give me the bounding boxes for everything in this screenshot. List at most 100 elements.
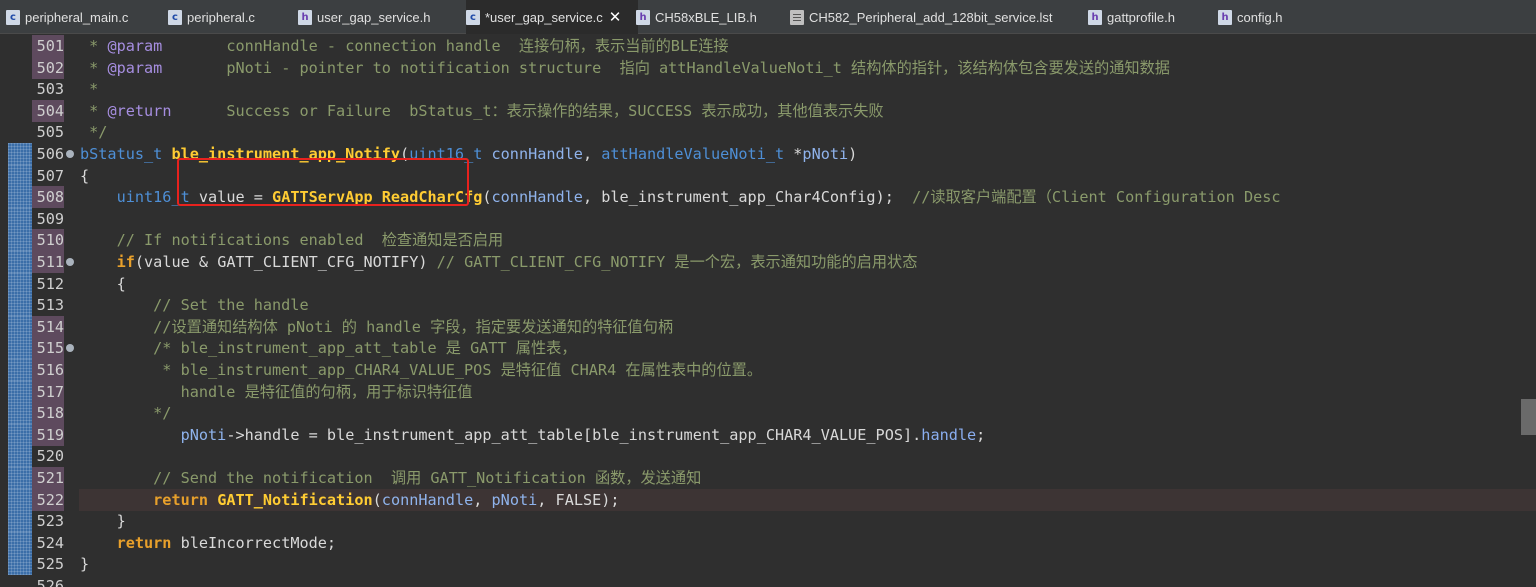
vertical-scrollbar-thumb[interactable] [1521, 399, 1536, 435]
change-marker [8, 445, 32, 468]
close-icon[interactable]: ✕ [609, 8, 622, 26]
tab-ch582-peripheral-add-128bit-service-lst[interactable]: CH582_Peripheral_add_128bit_service.lst [790, 0, 1080, 34]
change-marker [8, 315, 32, 338]
header-file-icon: h [636, 9, 650, 25]
change-marker [8, 272, 32, 295]
c-source-file-icon: c [6, 9, 20, 25]
code-line[interactable]: 509 [0, 207, 1536, 230]
tab-peripheral-main-c[interactable]: c peripheral_main.c [6, 0, 161, 34]
line-number: 503 [36, 80, 64, 99]
change-marker [8, 359, 32, 381]
code-line[interactable]: 515 /* ble_instrument_app_att_table 是 GA… [0, 337, 1536, 360]
line-number: 526 [36, 577, 64, 587]
line-number: 519 [32, 423, 64, 446]
line-number: 504 [32, 99, 64, 122]
code-text: handle 是特征值的句柄，用于标识特征值 [80, 382, 473, 401]
code-line[interactable]: 523 } [0, 510, 1536, 533]
line-number: 515 [32, 337, 64, 360]
change-marker [8, 207, 32, 230]
change-marker [8, 510, 32, 533]
change-marker [8, 488, 32, 511]
header-file-icon: h [1218, 9, 1232, 25]
line-number: 506 [36, 145, 64, 163]
code-line[interactable]: 524 return bleIncorrectMode; [0, 531, 1536, 554]
line-number: 525 [36, 555, 64, 574]
code-line[interactable]: 505 */ [0, 121, 1536, 143]
tab-label: *user_gap_service.c [485, 9, 603, 25]
header-file-icon: h [298, 9, 312, 25]
tab-gattprofile-h[interactable]: h gattprofile.h [1088, 0, 1213, 34]
code-text: * @param pNoti - pointer to notification… [89, 58, 1170, 77]
fold-toggle-icon[interactable] [66, 258, 74, 266]
editor-tab-bar: c peripheral_main.c c peripheral.c h user_gap… [0, 0, 1536, 34]
change-marker [8, 553, 32, 576]
code-line[interactable]: 519 pNoti->handle = ble_instrument_app_a… [0, 423, 1536, 446]
line-number: 505 [36, 123, 64, 142]
code-text: // If notifications enabled 检查通知是否启用 [116, 231, 504, 250]
tab-label: peripheral_main.c [25, 9, 129, 25]
code-text: * @return Success or Failure bStatus_t：表… [89, 101, 884, 120]
code-text: } [80, 555, 90, 574]
text-file-icon [790, 9, 804, 25]
line-number: 509 [36, 209, 64, 228]
code-line[interactable]: 522 return GATT_Notification(connHandle,… [0, 488, 1536, 511]
tab-user-gap-service-c[interactable]: c *user_gap_service.c ✕ [466, 0, 638, 34]
code-text: // Set the handle [153, 296, 309, 315]
tab-ch58xble-lib-h[interactable]: h CH58xBLE_LIB.h [636, 0, 786, 34]
c-source-file-icon: c [168, 9, 182, 25]
code-line[interactable]: 526 [0, 575, 1536, 587]
code-editor[interactable]: 501 * @param connHandle - connection han… [0, 34, 1536, 587]
code-text: return bleIncorrectMode; [116, 533, 337, 552]
line-number: 502 [32, 56, 64, 79]
line-number: 521 [32, 467, 64, 489]
code-line[interactable]: 512 { [0, 272, 1536, 295]
change-marker [8, 531, 32, 554]
fold-toggle-icon[interactable] [66, 344, 74, 353]
fold-toggle-icon[interactable] [66, 150, 74, 158]
line-number: 517 [32, 380, 64, 403]
line-number: 510 [32, 229, 64, 252]
change-marker [8, 423, 32, 446]
change-marker [8, 380, 32, 403]
code-line[interactable]: 516 * ble_instrument_app_CHAR4_VALUE_POS… [0, 359, 1536, 381]
tab-label: CH582_Peripheral_add_128bit_service.lst [809, 9, 1053, 25]
code-text: pNoti->handle = ble_instrument_app_att_t… [180, 425, 986, 444]
change-marker [8, 294, 32, 317]
code-line[interactable]: 525} [0, 553, 1536, 576]
code-line[interactable]: 518 */ [0, 402, 1536, 425]
line-number: 516 [32, 359, 64, 381]
change-marker [8, 402, 32, 425]
code-line[interactable]: 513 // Set the handle [0, 294, 1536, 317]
code-text: * @param connHandle - connection handle … [89, 37, 729, 55]
code-line[interactable]: 511 if(value & GATT_CLIENT_CFG_NOTIFY) /… [0, 251, 1536, 273]
code-text: return GATT_Notification(connHandle, pNo… [153, 490, 620, 509]
tab-label: config.h [1237, 9, 1283, 25]
tab-config-h[interactable]: h config.h [1218, 0, 1328, 34]
change-marker [8, 229, 32, 252]
tab-peripheral-c[interactable]: c peripheral.c [168, 0, 293, 34]
code-line[interactable]: 520 [0, 445, 1536, 468]
code-line[interactable]: 501 * @param connHandle - connection han… [0, 35, 1536, 57]
tab-user-gap-service-h[interactable]: h user_gap_service.h [298, 0, 463, 34]
change-marker [8, 467, 32, 489]
line-number: 513 [36, 296, 64, 315]
code-text: * [89, 80, 99, 99]
code-line[interactable]: 510 // If notifications enabled 检查通知是否启用 [0, 229, 1536, 252]
code-line[interactable]: 517 handle 是特征值的句柄，用于标识特征值 [0, 380, 1536, 403]
line-number: 520 [36, 447, 64, 466]
line-number: 514 [32, 315, 64, 338]
code-line[interactable]: 502 * @param pNoti - pointer to notifica… [0, 56, 1536, 79]
line-number: 511 [32, 251, 64, 273]
line-number: 508 [32, 186, 64, 209]
line-number: 524 [36, 533, 64, 552]
tab-label: CH58xBLE_LIB.h [655, 9, 757, 25]
code-text: //设置通知结构体 pNoti 的 handle 字段，指定要发送通知的特征值句… [153, 317, 674, 336]
code-line[interactable]: 503 * [0, 78, 1536, 100]
code-text: if(value & GATT_CLIENT_CFG_NOTIFY) // GA… [116, 253, 918, 271]
code-text: // Send the notification 调用 GATT_Notific… [153, 469, 702, 487]
change-marker [8, 186, 32, 209]
code-line[interactable]: 504 * @return Success or Failure bStatus… [0, 99, 1536, 122]
code-line[interactable]: 521 // Send the notification 调用 GATT_Not… [0, 467, 1536, 489]
line-number: 518 [32, 402, 64, 425]
code-line[interactable]: 514 //设置通知结构体 pNoti 的 handle 字段，指定要发送通知的… [0, 315, 1536, 338]
